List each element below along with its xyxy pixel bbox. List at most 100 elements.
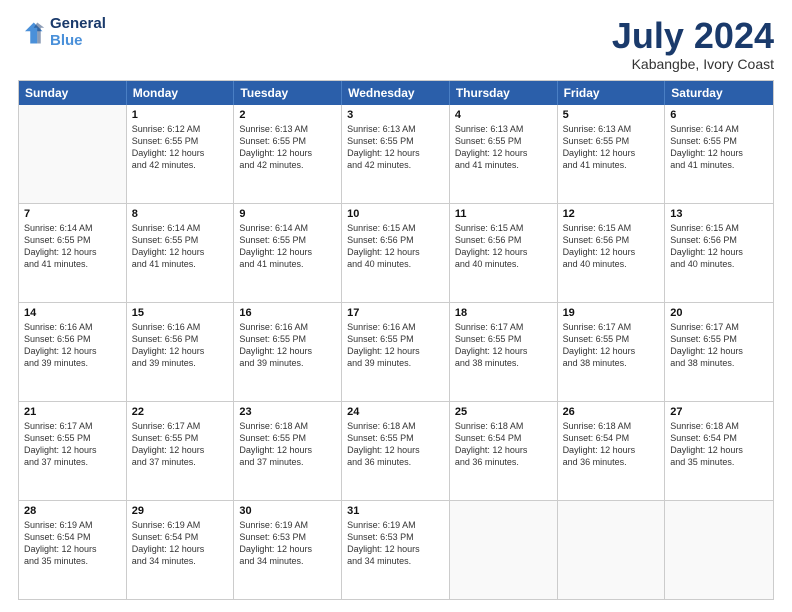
cell-line: Daylight: 12 hours [455, 246, 552, 258]
cal-cell-5-6 [558, 501, 666, 599]
cell-line: and 37 minutes. [24, 456, 121, 468]
cell-line: and 40 minutes. [670, 258, 768, 270]
cell-line: Sunset: 6:54 PM [563, 432, 660, 444]
cell-line: and 40 minutes. [347, 258, 444, 270]
cell-line: Daylight: 12 hours [563, 246, 660, 258]
cell-line: Sunrise: 6:17 AM [24, 420, 121, 432]
cell-line: Daylight: 12 hours [24, 246, 121, 258]
cell-line: Sunset: 6:55 PM [239, 432, 336, 444]
day-number: 31 [347, 505, 444, 517]
day-number: 19 [563, 307, 660, 319]
cell-line: and 34 minutes. [347, 555, 444, 567]
header-day-friday: Friday [558, 81, 666, 105]
cal-cell-3-1: 14Sunrise: 6:16 AMSunset: 6:56 PMDayligh… [19, 303, 127, 401]
cell-line: Daylight: 12 hours [455, 444, 552, 456]
day-number: 27 [670, 406, 768, 418]
day-number: 9 [239, 208, 336, 220]
cell-line: Sunrise: 6:16 AM [24, 321, 121, 333]
cell-line: and 38 minutes. [563, 357, 660, 369]
day-number: 4 [455, 109, 552, 121]
cell-line: Daylight: 12 hours [670, 147, 768, 159]
cal-cell-3-3: 16Sunrise: 6:16 AMSunset: 6:55 PMDayligh… [234, 303, 342, 401]
title-block: July 2024 Kabangbe, Ivory Coast [612, 16, 774, 72]
day-number: 30 [239, 505, 336, 517]
header-day-wednesday: Wednesday [342, 81, 450, 105]
cell-line: Sunrise: 6:19 AM [24, 519, 121, 531]
cell-line: and 37 minutes. [239, 456, 336, 468]
cell-line: Sunset: 6:55 PM [239, 135, 336, 147]
cell-line: Daylight: 12 hours [347, 345, 444, 357]
logo-line1: General [50, 16, 106, 33]
header-day-sunday: Sunday [19, 81, 127, 105]
day-number: 25 [455, 406, 552, 418]
cell-line: Sunset: 6:56 PM [563, 234, 660, 246]
cell-line: and 41 minutes. [24, 258, 121, 270]
cell-line: Daylight: 12 hours [239, 246, 336, 258]
cell-line: Sunrise: 6:16 AM [132, 321, 229, 333]
cell-line: Daylight: 12 hours [132, 246, 229, 258]
cell-line: Sunrise: 6:17 AM [670, 321, 768, 333]
cal-cell-1-5: 4Sunrise: 6:13 AMSunset: 6:55 PMDaylight… [450, 105, 558, 203]
week-row-2: 7Sunrise: 6:14 AMSunset: 6:55 PMDaylight… [19, 204, 773, 303]
cal-cell-5-3: 30Sunrise: 6:19 AMSunset: 6:53 PMDayligh… [234, 501, 342, 599]
cell-line: Sunset: 6:55 PM [24, 234, 121, 246]
cell-line: Sunrise: 6:15 AM [563, 222, 660, 234]
cell-line: Sunset: 6:56 PM [455, 234, 552, 246]
week-row-4: 21Sunrise: 6:17 AMSunset: 6:55 PMDayligh… [19, 402, 773, 501]
calendar: SundayMondayTuesdayWednesdayThursdayFrid… [18, 80, 774, 600]
cal-cell-2-7: 13Sunrise: 6:15 AMSunset: 6:56 PMDayligh… [665, 204, 773, 302]
cal-cell-4-5: 25Sunrise: 6:18 AMSunset: 6:54 PMDayligh… [450, 402, 558, 500]
cal-cell-1-4: 3Sunrise: 6:13 AMSunset: 6:55 PMDaylight… [342, 105, 450, 203]
cell-line: Sunrise: 6:13 AM [347, 123, 444, 135]
cal-cell-3-4: 17Sunrise: 6:16 AMSunset: 6:55 PMDayligh… [342, 303, 450, 401]
cal-cell-3-5: 18Sunrise: 6:17 AMSunset: 6:55 PMDayligh… [450, 303, 558, 401]
day-number: 7 [24, 208, 121, 220]
cal-cell-2-3: 9Sunrise: 6:14 AMSunset: 6:55 PMDaylight… [234, 204, 342, 302]
week-row-5: 28Sunrise: 6:19 AMSunset: 6:54 PMDayligh… [19, 501, 773, 599]
cell-line: and 36 minutes. [563, 456, 660, 468]
cell-line: Sunrise: 6:16 AM [239, 321, 336, 333]
cell-line: Daylight: 12 hours [347, 543, 444, 555]
cal-cell-2-1: 7 Sunrise: 6:14 AMSunset: 6:55 PMDaylight… [19, 204, 127, 302]
cell-line: Daylight: 12 hours [347, 444, 444, 456]
cell-line: Sunset: 6:55 PM [132, 135, 229, 147]
cal-cell-5-7 [665, 501, 773, 599]
cell-line: Daylight: 12 hours [132, 543, 229, 555]
cell-line: Daylight: 12 hours [132, 444, 229, 456]
cal-cell-4-2: 22Sunrise: 6:17 AMSunset: 6:55 PMDayligh… [127, 402, 235, 500]
cell-line: Daylight: 12 hours [455, 147, 552, 159]
cell-line: and 38 minutes. [670, 357, 768, 369]
cell-line: and 39 minutes. [132, 357, 229, 369]
logo-icon [18, 19, 46, 47]
cal-cell-5-1: 28Sunrise: 6:19 AMSunset: 6:54 PMDayligh… [19, 501, 127, 599]
cell-line: Sunrise: 6:19 AM [239, 519, 336, 531]
cell-line: and 39 minutes. [24, 357, 121, 369]
day-number: 8 [132, 208, 229, 220]
header: General Blue July 2024 Kabangbe, Ivory C… [18, 16, 774, 72]
cell-line: Daylight: 12 hours [563, 444, 660, 456]
cell-line: Daylight: 12 hours [132, 345, 229, 357]
cell-line: Sunrise: 6:13 AM [455, 123, 552, 135]
cell-line: Sunset: 6:55 PM [563, 333, 660, 345]
cal-cell-3-7: 20Sunrise: 6:17 AMSunset: 6:55 PMDayligh… [665, 303, 773, 401]
cell-line: Sunrise: 6:18 AM [239, 420, 336, 432]
cell-line: Daylight: 12 hours [239, 444, 336, 456]
cell-line: Sunrise: 6:15 AM [455, 222, 552, 234]
cell-line: and 37 minutes. [132, 456, 229, 468]
cell-line: and 38 minutes. [455, 357, 552, 369]
cal-cell-1-3: 2Sunrise: 6:13 AMSunset: 6:55 PMDaylight… [234, 105, 342, 203]
cell-line: and 39 minutes. [347, 357, 444, 369]
cell-line: Daylight: 12 hours [670, 444, 768, 456]
day-number: 29 [132, 505, 229, 517]
cell-line: Sunset: 6:55 PM [563, 135, 660, 147]
cal-cell-5-5 [450, 501, 558, 599]
cal-cell-4-7: 27Sunrise: 6:18 AMSunset: 6:54 PMDayligh… [665, 402, 773, 500]
cal-cell-4-4: 24Sunrise: 6:18 AMSunset: 6:55 PMDayligh… [342, 402, 450, 500]
cell-line: Sunrise: 6:14 AM [24, 222, 121, 234]
cell-line: Daylight: 12 hours [239, 345, 336, 357]
cell-line: Sunrise: 6:18 AM [455, 420, 552, 432]
cell-line: Sunset: 6:55 PM [670, 135, 768, 147]
cal-cell-2-6: 12Sunrise: 6:15 AMSunset: 6:56 PMDayligh… [558, 204, 666, 302]
cell-line: and 42 minutes. [239, 159, 336, 171]
cell-line: Sunrise: 6:16 AM [347, 321, 444, 333]
